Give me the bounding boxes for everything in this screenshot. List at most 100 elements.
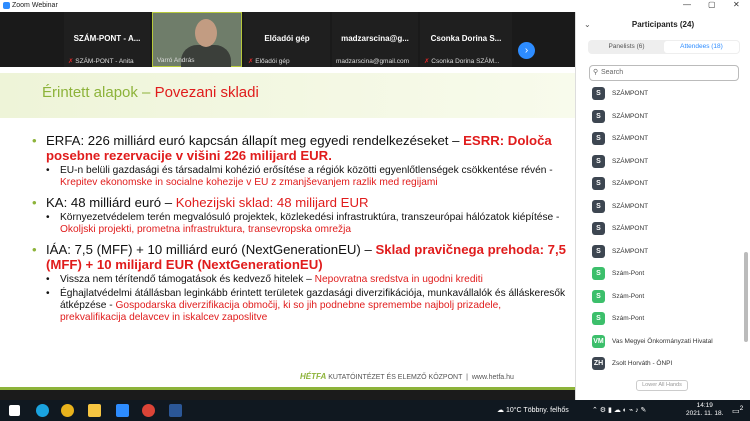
- tab-attendees[interactable]: Attendees (18): [664, 41, 739, 53]
- bullet-ka: KA: 48 milliárd euró – Kohezijski sklad:…: [30, 195, 570, 210]
- participant-name: SZÁMPONT: [612, 112, 649, 120]
- participant-row[interactable]: S SZÁMPONT: [592, 82, 742, 105]
- participant-row[interactable]: S SZÁMPONT: [592, 240, 742, 263]
- avatar: S: [592, 244, 605, 258]
- avatar: S: [592, 199, 605, 213]
- participant-row[interactable]: S SZÁMPONT: [592, 105, 742, 128]
- sub-bullet: Környezetvédelem terén megvalósuló proje…: [30, 212, 570, 236]
- participant-name: SZÁM-PONT - A...: [73, 34, 141, 43]
- participant-label: Varró András: [157, 57, 195, 64]
- avatar: S: [592, 177, 605, 190]
- participants-panel: ⌄ Participants (24) Panelists (6) Attend…: [575, 12, 750, 400]
- shared-slide: Érintett alapok – Povezani skladi ERFA: …: [0, 67, 575, 390]
- clock[interactable]: 14:19 2021. 11. 18.: [686, 402, 723, 418]
- avatar: S: [592, 267, 605, 280]
- avatar: VM: [592, 334, 605, 348]
- participant-row[interactable]: S SZÁMPONT: [592, 217, 742, 240]
- participant-name: SZÁMPONT: [612, 225, 649, 232]
- participant-row[interactable]: VM Vas Megyei Önkormányzati Hivatal: [592, 330, 742, 353]
- participant-video-tile[interactable]: Varró András: [152, 12, 242, 67]
- participant-label: Előadói gép: [255, 58, 290, 65]
- participant-name: Csonka Dorina S...: [430, 34, 502, 43]
- sub-bullet: Vissza nem térítendő támogatások és kedv…: [30, 274, 570, 286]
- tab-panelists[interactable]: Panelists (6): [589, 41, 664, 53]
- slide-body: ERFA: 226 milliárd euró kapcsán állapít …: [30, 127, 570, 324]
- participant-row[interactable]: S SZÁMPONT: [592, 127, 742, 150]
- participant-name: SZÁMPONT: [612, 90, 649, 97]
- avatar: S: [592, 222, 605, 235]
- person-face: [195, 19, 217, 47]
- participant-name: madzarscina@g...: [341, 34, 409, 43]
- participant-row[interactable]: S SZÁMPONT: [592, 172, 742, 195]
- bullet-erfa: ERFA: 226 milliárd euró kapcsán állapít …: [30, 133, 570, 163]
- mic-muted-icon: ✗: [424, 58, 430, 65]
- participant-tile[interactable]: SZÁM-PONT - A... ✗ SZÁM-PONT - Anita: [64, 12, 150, 67]
- search-input[interactable]: ⚲ Search: [589, 65, 739, 81]
- title-bar: Zoom Webinar — ▢ ✕: [0, 0, 750, 12]
- participant-row[interactable]: S SZÁMPONT: [592, 150, 742, 173]
- zoom-logo-icon: [3, 2, 10, 9]
- maximize-button[interactable]: ▢: [708, 0, 716, 9]
- participant-name: Zsolt Horváth - ÖNPI: [612, 360, 673, 367]
- taskbar: ☁ 10°C Többny. felhős ⌃ ⚙ ▮ ☁ ◐ ⌁ ♪ ✎ 14…: [0, 400, 750, 421]
- system-tray[interactable]: ⌃ ⚙ ▮ ☁ ◐ ⌁ ♪ ✎: [592, 406, 646, 414]
- panel-title: Participants (24): [631, 20, 695, 29]
- avatar: ZH: [592, 357, 605, 370]
- window-title: Zoom Webinar: [12, 2, 58, 9]
- avatar: S: [592, 109, 605, 123]
- windows-start-icon[interactable]: [9, 405, 20, 416]
- avatar: S: [592, 312, 605, 325]
- participant-row[interactable]: S Szám-Pont: [592, 307, 742, 330]
- avatar: S: [592, 289, 605, 303]
- participant-list: S SZÁMPONT S SZÁMPONT S SZÁMPONT S SZÁMPONT S SZÁ…: [592, 82, 742, 375]
- participant-tile[interactable]: Előadói gép ✗ Előadói gép: [244, 12, 330, 67]
- cloud-icon: ☁: [497, 407, 504, 414]
- next-page-button[interactable]: ›: [518, 42, 535, 59]
- chevron-right-icon: ›: [524, 45, 529, 56]
- participant-label: SZÁM-PONT - Anita: [75, 58, 134, 65]
- word-icon[interactable]: [169, 404, 182, 417]
- chrome-icon[interactable]: [142, 404, 155, 417]
- scrollbar[interactable]: [744, 252, 748, 342]
- mic-muted-icon: ✗: [248, 58, 254, 65]
- participant-name: Vas Megyei Önkormányzati Hivatal: [612, 337, 713, 345]
- avatar: S: [592, 154, 605, 168]
- bullet-iaa: IÁA: 7,5 (MFF) + 10 milliárd euró (NextG…: [30, 242, 570, 272]
- participant-name: Szám-Pont: [612, 270, 645, 277]
- slide-title: Érintett alapok – Povezani skladi: [42, 84, 259, 101]
- participant-label: Csonka Dorina SZÁM...: [431, 58, 500, 65]
- participant-name: SZÁMPONT: [612, 202, 649, 210]
- chrome-icon[interactable]: [61, 404, 74, 417]
- participant-tile[interactable]: madzarscina@g... madzarscina@gmail.com: [332, 12, 418, 67]
- avatar: S: [592, 87, 605, 100]
- zoom-taskbar-icon[interactable]: [116, 404, 129, 417]
- participant-row[interactable]: S Szám-Pont: [592, 262, 742, 285]
- participant-name: SZÁMPONT: [612, 135, 649, 142]
- participant-row[interactable]: S SZÁMPONT: [592, 195, 742, 218]
- participant-name: SZÁMPONT: [612, 180, 649, 187]
- participant-name: SZÁMPONT: [612, 247, 649, 255]
- participant-row[interactable]: S Szám-Pont: [592, 285, 742, 308]
- slide-footer: HÉTFA KUTATÓINTÉZET ÉS ELEMZŐ KÖZPONT | …: [300, 372, 514, 381]
- minimize-button[interactable]: —: [683, 0, 691, 9]
- mic-muted-icon: ✗: [68, 58, 74, 65]
- participant-name: SZÁMPONT: [612, 157, 649, 165]
- weather-widget[interactable]: ☁ 10°C Többny. felhős: [497, 406, 569, 414]
- participant-name: Előadói gép: [264, 34, 310, 43]
- sub-bullet: Éghajlatvédelmi átállásban leginkább éri…: [30, 288, 570, 324]
- edge-icon[interactable]: [36, 404, 49, 417]
- search-icon: ⚲: [593, 69, 599, 76]
- participant-name: Szám-Pont: [612, 292, 645, 300]
- participant-tile[interactable]: Csonka Dorina S... ✗ Csonka Dorina SZÁM.…: [420, 12, 512, 67]
- participant-name: Szám-Pont: [612, 315, 645, 322]
- close-button[interactable]: ✕: [733, 0, 740, 9]
- video-gallery: SZÁM-PONT - A... ✗ SZÁM-PONT - Anita Var…: [0, 12, 575, 67]
- participant-row[interactable]: ZH Zsolt Horváth - ÖNPI: [592, 352, 742, 375]
- avatar: S: [592, 132, 605, 145]
- file-explorer-icon[interactable]: [88, 404, 101, 417]
- notification-icon[interactable]: ▭2: [732, 405, 743, 416]
- sub-bullet: EU-n belüli gazdasági és társadalmi kohé…: [30, 165, 570, 189]
- meeting-controls-area: [0, 390, 575, 400]
- lower-all-hands-button[interactable]: Lower All Hands: [636, 380, 688, 391]
- footer-url: www.hetfa.hu: [471, 374, 514, 381]
